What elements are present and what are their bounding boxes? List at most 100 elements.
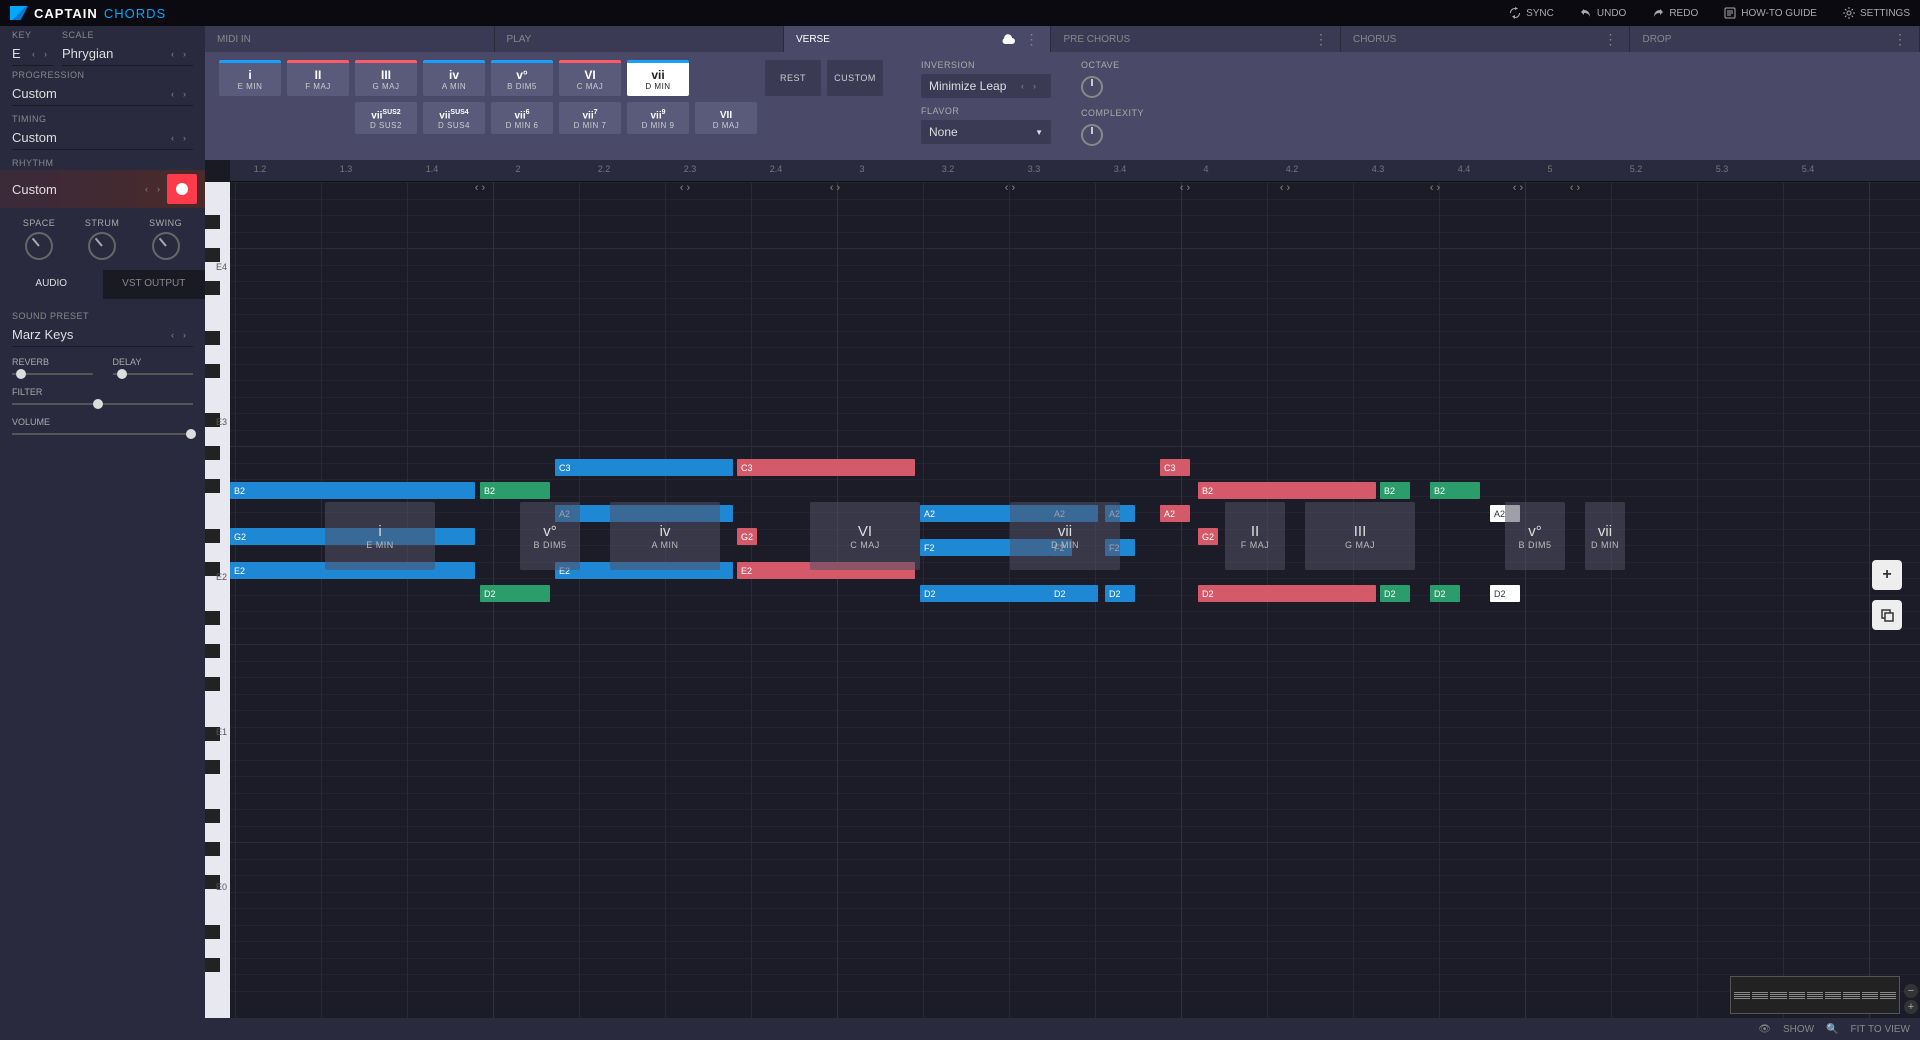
audio-tab[interactable]: AUDIO — [0, 270, 103, 299]
placed-chord-g-maj[interactable]: IIIG MAJ — [1305, 502, 1415, 570]
chord-button-c-maj[interactable]: VIC MAJ — [559, 60, 621, 96]
chord-button-f-maj[interactable]: IIF MAJ — [287, 60, 349, 96]
key-field[interactable]: E ‹› — [12, 42, 54, 66]
chord-ext-button-d-sus2[interactable]: viiSUS2D SUS2 — [355, 102, 417, 134]
chevron-left-icon[interactable]: ‹ — [171, 330, 181, 340]
swing-knob[interactable] — [152, 232, 180, 260]
timing-field[interactable]: Custom ‹› — [12, 126, 193, 150]
chevron-left-icon[interactable]: ‹ — [171, 133, 181, 143]
progression-field[interactable]: Custom ‹› — [12, 82, 193, 106]
chord-resize-handle[interactable]: ‹ › — [1280, 182, 1290, 194]
fit-to-view-button[interactable]: FIT TO VIEW — [1851, 1024, 1910, 1035]
delay-slider[interactable] — [113, 373, 194, 375]
record-button[interactable] — [167, 174, 197, 204]
chevron-right-icon[interactable]: › — [1033, 81, 1043, 91]
menu-dots-icon[interactable]: ⋮ — [1893, 31, 1907, 48]
chord-resize-handle[interactable]: ‹ › — [830, 182, 840, 194]
note-c3[interactable]: C3 — [1160, 459, 1190, 476]
chord-button-d-min[interactable]: viiD MIN — [627, 60, 689, 96]
chevron-right-icon[interactable]: › — [183, 133, 193, 143]
chevron-right-icon[interactable]: › — [44, 49, 54, 59]
chevron-right-icon[interactable]: › — [157, 184, 167, 194]
note-d2[interactable]: D2 — [1198, 585, 1376, 602]
chord-resize-handle[interactable]: ‹ › — [1513, 182, 1523, 194]
menu-dots-icon[interactable]: ⋮ — [1314, 31, 1328, 48]
chord-button-g-maj[interactable]: IIIG MAJ — [355, 60, 417, 96]
show-label[interactable]: SHOW — [1783, 1024, 1814, 1035]
chevron-left-icon[interactable]: ‹ — [145, 184, 155, 194]
note-b2[interactable]: B2 — [1380, 482, 1410, 499]
scale-field[interactable]: Phrygian ‹› — [62, 42, 193, 66]
chord-ext-button-d-sus4[interactable]: viiSUS4D SUS4 — [423, 102, 485, 134]
placed-chord-f-maj[interactable]: IIF MAJ — [1225, 502, 1285, 570]
chevron-right-icon[interactable]: › — [183, 49, 193, 59]
chord-resize-handle[interactable]: ‹ › — [1570, 182, 1580, 194]
search-icon[interactable]: 🔍 — [1826, 1024, 1838, 1035]
note-a2[interactable]: A2 — [1160, 505, 1190, 522]
note-b2[interactable]: B2 — [230, 482, 475, 499]
chevron-right-icon[interactable]: › — [183, 89, 193, 99]
chord-ext-button-d-min-6[interactable]: vii6D MIN 6 — [491, 102, 553, 134]
roll-grid[interactable]: ‹ ›‹ ›‹ ›‹ ›‹ ›‹ ›‹ ›‹ ›‹ ›B2G2E2B2D2C3A… — [230, 182, 1920, 1018]
timeline-ruler[interactable]: 1.21.31.422.22.32.433.23.33.444.24.34.45… — [230, 160, 1920, 182]
note-d2[interactable]: D2 — [480, 585, 550, 602]
tab-prechorus[interactable]: PRE CHORUS⋮ — [1051, 26, 1341, 52]
settings-button[interactable]: SETTINGS — [1843, 7, 1910, 19]
note-d2[interactable]: D2 — [1050, 585, 1072, 602]
rhythm-field[interactable]: Custom ‹› — [12, 178, 167, 201]
tab-play[interactable]: PLAY — [495, 26, 785, 52]
placed-chord-b-dim5[interactable]: v°B DIM5 — [1505, 502, 1565, 570]
placed-chord-e-min[interactable]: iE MIN — [325, 502, 435, 570]
placed-chord-b-dim5[interactable]: v°B DIM5 — [520, 502, 580, 570]
complexity-knob[interactable] — [1081, 124, 1103, 146]
zoom-out-button[interactable]: − — [1904, 984, 1918, 998]
placed-chord-d-min[interactable]: viiD MIN — [1010, 502, 1120, 570]
chord-button-a-min[interactable]: ivA MIN — [423, 60, 485, 96]
sound-preset-field[interactable]: Marz Keys ‹› — [12, 323, 193, 347]
sync-button[interactable]: SYNC — [1509, 7, 1554, 19]
chevron-left-icon[interactable]: ‹ — [1021, 81, 1031, 91]
placed-chord-d-min[interactable]: viiD MIN — [1585, 502, 1625, 570]
chord-ext-button-d-min-9[interactable]: vii9D MIN 9 — [627, 102, 689, 134]
note-d2[interactable]: D2 — [1105, 585, 1135, 602]
note-c3[interactable]: C3 — [555, 459, 733, 476]
vst-output-tab[interactable]: VST OUTPUT — [103, 270, 206, 299]
chevron-left-icon[interactable]: ‹ — [171, 89, 181, 99]
menu-dots-icon[interactable]: ⋮ — [1603, 31, 1617, 48]
chord-ext-button-d-maj[interactable]: VIID MAJ — [695, 102, 757, 134]
tab-chorus[interactable]: CHORUS⋮ — [1341, 26, 1631, 52]
placed-chord-a-min[interactable]: ivA MIN — [610, 502, 720, 570]
piano-roll[interactable]: E4E3E2E1E0 ‹ ›‹ ›‹ ›‹ ›‹ ›‹ ›‹ ›‹ ›‹ ›B2… — [205, 182, 1920, 1018]
menu-dots-icon[interactable]: ⋮ — [1024, 31, 1038, 48]
chevron-left-icon[interactable]: ‹ — [32, 49, 42, 59]
note-b2[interactable]: B2 — [480, 482, 550, 499]
octave-knob[interactable] — [1081, 76, 1103, 98]
zoom-in-button[interactable]: + — [1904, 1000, 1918, 1014]
chevron-right-icon[interactable]: › — [183, 330, 193, 340]
tab-drop[interactable]: DROP⋮ — [1630, 26, 1920, 52]
filter-slider[interactable] — [12, 403, 193, 405]
redo-button[interactable]: REDO — [1652, 7, 1698, 19]
placed-chord-c-maj[interactable]: VIC MAJ — [810, 502, 920, 570]
howto-button[interactable]: HOW-TO GUIDE — [1724, 7, 1817, 19]
chord-button-e-min[interactable]: iE MIN — [219, 60, 281, 96]
note-g2[interactable]: G2 — [737, 528, 757, 545]
flavor-field[interactable]: None▼ — [921, 120, 1051, 144]
note-d2[interactable]: D2 — [1430, 585, 1460, 602]
chord-resize-handle[interactable]: ‹ › — [680, 182, 690, 194]
rest-button[interactable]: REST — [765, 60, 821, 96]
note-g2[interactable]: G2 — [1198, 528, 1218, 545]
eye-icon[interactable]: 👁 — [1758, 1024, 1771, 1035]
chord-resize-handle[interactable]: ‹ › — [1005, 182, 1015, 194]
note-b2[interactable]: B2 — [1430, 482, 1480, 499]
note-d2[interactable]: D2 — [1490, 585, 1520, 602]
add-chord-button[interactable]: + — [1872, 560, 1902, 590]
note-b2[interactable]: B2 — [1198, 482, 1376, 499]
note-d2[interactable]: D2 — [1380, 585, 1410, 602]
space-knob[interactable] — [25, 232, 53, 260]
minimap[interactable] — [1730, 976, 1900, 1014]
cloud-icon[interactable] — [1000, 33, 1016, 45]
note-c3[interactable]: C3 — [737, 459, 915, 476]
reverb-slider[interactable] — [12, 373, 93, 375]
tab-verse[interactable]: VERSE ⋮ — [784, 26, 1051, 52]
